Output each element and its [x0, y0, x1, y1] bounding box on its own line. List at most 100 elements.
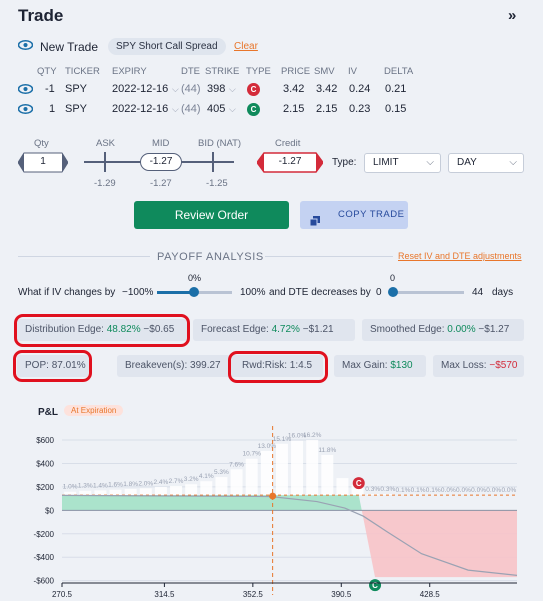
ask-value: -1.29 [94, 178, 116, 189]
distribution-label: 1.0% [63, 484, 78, 491]
dte-slider-track[interactable] [392, 291, 464, 294]
iv-max: 100% [240, 287, 266, 298]
payoff-title: PAYOFF ANALYSIS [157, 251, 264, 263]
max-gain-card: Max Gain: $130 [334, 355, 426, 377]
distribution-bar [94, 490, 107, 496]
distribution-label: 11.8% [318, 447, 336, 454]
eye-icon[interactable] [18, 40, 33, 53]
leg-iv: 0.24 [349, 83, 371, 95]
leg-qty[interactable]: -1 [45, 83, 55, 95]
distribution-label: 0.1% [411, 487, 426, 494]
mid-label: MID [152, 138, 170, 149]
mid-value: -1.27 [150, 178, 172, 189]
leg-delta: 0.15 [385, 103, 407, 115]
distribution-bar [336, 478, 349, 496]
expiry-chevron-icon[interactable]: ⌵ [172, 84, 179, 95]
mid-price-handle[interactable]: -1.27 [140, 153, 182, 171]
distribution-label: 0.0% [501, 487, 516, 494]
qty-value[interactable]: 1 [18, 156, 68, 167]
credit-label: Credit [275, 138, 301, 149]
bid-label: BID (NAT) [198, 138, 242, 149]
loss-area [361, 510, 517, 578]
distribution-label: 0.0% [456, 487, 471, 494]
clear-link[interactable]: Clear [234, 41, 258, 52]
expiry-chevron-icon[interactable]: ⌵ [172, 104, 179, 115]
section-divider [265, 256, 393, 257]
col-dte: DTE [181, 66, 200, 77]
y-tick-label: -$200 [34, 530, 55, 539]
iv-min: −100% [122, 287, 154, 298]
leg-iv: 0.23 [349, 103, 371, 115]
distribution-label: 0.1% [426, 487, 441, 494]
leg-expiry[interactable]: 2022-12-16 [112, 83, 168, 95]
review-order-button[interactable]: Review Order [134, 201, 289, 229]
iv-slider-thumb[interactable] [189, 287, 199, 297]
collapse-icon[interactable]: » [508, 7, 516, 24]
highlight-box [228, 351, 328, 383]
x-tick-label: 390.5 [331, 590, 352, 599]
distribution-label: 10.7% [242, 451, 261, 458]
y-tick-label: -$400 [34, 553, 55, 562]
distribution-label: 16.2% [303, 432, 322, 439]
distribution-bar [230, 469, 243, 496]
copy-trade-button[interactable]: COPY TRADE [300, 201, 408, 229]
qty-label: Qty [34, 138, 49, 149]
col-iv: IV [348, 66, 357, 77]
bid-value: -1.25 [206, 178, 228, 189]
distribution-bar [185, 484, 198, 496]
leg-expiry[interactable]: 2022-12-16 [112, 103, 168, 115]
dte-slider-thumb[interactable] [388, 287, 398, 297]
leg-ticker: SPY [65, 83, 88, 95]
strike-chevron-icon[interactable]: ⌵ [229, 104, 236, 115]
duration-select[interactable]: DAY ⌵ [448, 153, 524, 173]
payoff-chart[interactable]: 1.0% 1.3% 1.4% 1.6% 1.8% 2.0% 2.4% 2.7% 3.2% 4.1%… [0, 420, 543, 601]
distribution-bar [245, 458, 258, 496]
y-tick-label: $200 [36, 483, 54, 492]
strategy-pill: SPY Short Call Spread [108, 38, 226, 55]
distribution-label: 5.3% [214, 469, 229, 476]
leg-qty[interactable]: 1 [49, 103, 55, 115]
x-tick-label: 270.5 [52, 590, 73, 599]
leg-dte: (44) [181, 83, 201, 95]
col-type: TYPE [246, 66, 271, 77]
expiration-badge[interactable]: At Expiration [64, 405, 124, 416]
leg-strike[interactable]: 405 [207, 103, 225, 115]
chevron-down-icon: ⌵ [426, 157, 434, 168]
distribution-bar [124, 489, 137, 496]
leg-strike[interactable]: 398 [207, 83, 225, 95]
col-delta: DELTA [384, 66, 414, 77]
x-tick-label: 428.5 [420, 590, 441, 599]
strike-chevron-icon[interactable]: ⌵ [229, 84, 236, 95]
leg-eye-icon[interactable] [18, 84, 33, 97]
credit-value[interactable]: -1.27 [257, 156, 323, 167]
y-tick-label: -$600 [34, 577, 55, 586]
x-tick-label: 314.5 [154, 590, 175, 599]
dte-change-label: and DTE decreases by [269, 287, 371, 298]
bid-tick [212, 152, 214, 172]
new-trade-label: New Trade [40, 40, 99, 54]
distribution-label: 4.1% [199, 473, 214, 480]
type-label: Type: [332, 157, 357, 168]
leg-delta: 0.21 [385, 83, 407, 95]
distribution-label: 0.0% [486, 487, 501, 494]
leg-eye-icon[interactable] [18, 104, 33, 117]
distribution-label: 2.0% [138, 480, 153, 487]
order-type-select[interactable]: LIMIT ⌵ [364, 153, 441, 173]
col-price: PRICE [281, 66, 311, 77]
iv-value: 0% [188, 273, 202, 283]
strike-marker-label: C [372, 581, 378, 590]
call-type-icon: C [247, 103, 260, 116]
y-tick-label: $0 [45, 506, 54, 515]
leg-ticker: SPY [65, 103, 88, 115]
panel-title: Trade [18, 6, 64, 25]
distribution-bar [306, 440, 319, 496]
strike-marker-label: C [356, 479, 362, 488]
distribution-label: 1.3% [78, 483, 93, 490]
reset-adjustments-link[interactable]: Reset IV and DTE adjustments [398, 251, 522, 261]
ask-label: ASK [96, 138, 116, 149]
distribution-label: 2.4% [153, 479, 168, 486]
x-tick-label: 352.5 [243, 590, 264, 599]
ask-tick [104, 152, 106, 172]
distribution-bar [154, 486, 167, 496]
distribution-label: 0.1% [396, 487, 411, 494]
